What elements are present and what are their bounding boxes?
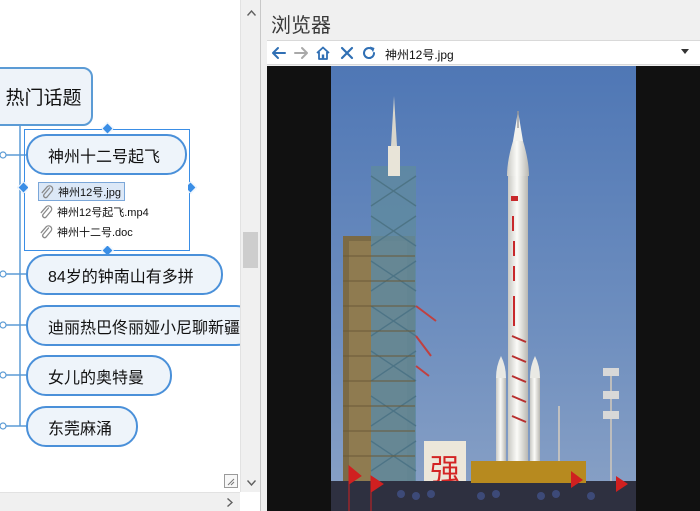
topic-node[interactable]: 神州十二号起飞: [26, 134, 187, 175]
browser-pane: 浏览器 神州12号.jpg 强: [267, 0, 700, 511]
topic-node[interactable]: 84岁的钟南山有多拼: [26, 254, 223, 295]
paperclip-icon: [40, 224, 53, 238]
map-corner-button[interactable]: [224, 474, 238, 488]
back-button[interactable]: [269, 43, 289, 63]
rocket-launch-photo: 强: [331, 66, 636, 511]
browser-title: 浏览器: [271, 13, 331, 37]
scroll-right-icon[interactable]: [222, 493, 238, 511]
paperclip-icon: [41, 184, 54, 198]
attachment-item[interactable]: 神州十二号.doc: [38, 222, 133, 241]
topic-node[interactable]: 东莞麻涌: [26, 406, 138, 447]
image-viewer: 强: [267, 66, 700, 511]
attachment-label: 神州12号起飞.mp4: [57, 206, 149, 219]
scroll-thumb[interactable]: [243, 232, 258, 268]
attachment-label: 神州十二号.doc: [57, 226, 133, 239]
topic-label: 女儿的奥特曼: [48, 369, 145, 387]
attachment-label: 神州12号.jpg: [58, 186, 121, 199]
topic-node[interactable]: 迪丽热巴佟丽娅小尼聊新疆: [26, 305, 240, 346]
attachment-item[interactable]: 神州12号.jpg: [38, 182, 125, 201]
stop-icon: [340, 46, 354, 60]
back-arrow-icon: [272, 47, 286, 59]
mindmap-pane: 热门话题 神州十二号起飞 神州12号.jpg 神州12号起飞.mp4 神州十二号…: [0, 0, 261, 511]
home-button[interactable]: [313, 43, 333, 63]
topic-label: 迪丽热巴佟丽娅小尼聊新疆: [48, 319, 240, 337]
root-topic[interactable]: 热门话题: [0, 67, 93, 126]
scroll-down-icon[interactable]: [241, 474, 260, 492]
stop-button[interactable]: [337, 43, 357, 63]
vertical-scrollbar[interactable]: [240, 0, 260, 492]
address-bar[interactable]: 神州12号.jpg: [385, 46, 454, 63]
browser-toolbar: 神州12号.jpg: [267, 40, 700, 65]
scroll-up-icon[interactable]: [241, 4, 260, 22]
refresh-button[interactable]: [359, 43, 379, 63]
attachment-item[interactable]: 神州12号起飞.mp4: [38, 202, 149, 221]
forward-button[interactable]: [291, 43, 311, 63]
topic-node[interactable]: 女儿的奥特曼: [26, 355, 172, 396]
topic-label: 神州十二号起飞: [48, 148, 161, 166]
chevron-down-icon: [681, 49, 689, 54]
address-dropdown[interactable]: [681, 46, 689, 56]
home-icon: [316, 46, 330, 60]
refresh-icon: [363, 46, 376, 59]
forward-arrow-icon: [294, 47, 308, 59]
topic-label: 84岁的钟南山有多拼: [48, 268, 194, 286]
root-topic-label: 热门话题: [5, 88, 82, 109]
resize-corner-icon: [227, 478, 235, 486]
topic-label: 东莞麻涌: [48, 420, 113, 438]
mindmap-canvas[interactable]: 热门话题 神州十二号起飞 神州12号.jpg 神州12号起飞.mp4 神州十二号…: [0, 0, 240, 492]
paperclip-icon: [40, 204, 53, 218]
attachment-list: 神州12号.jpg 神州12号起飞.mp4 神州十二号.doc: [28, 176, 188, 246]
horizontal-scrollbar[interactable]: [0, 492, 240, 511]
